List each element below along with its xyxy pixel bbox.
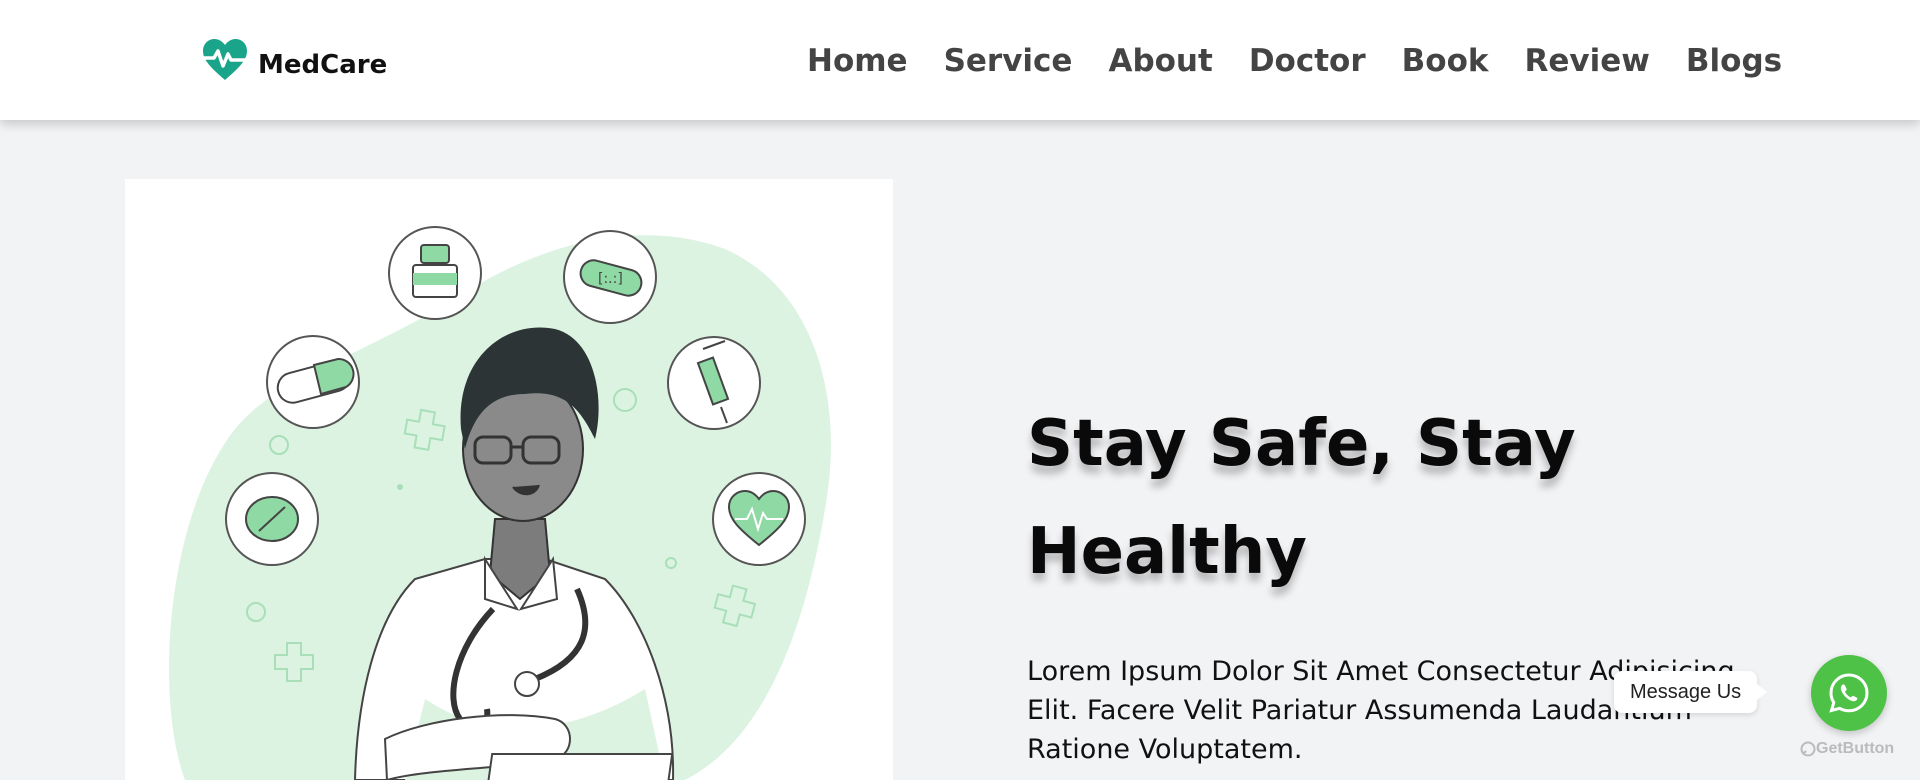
powered-by-label: GetButton bbox=[1816, 740, 1895, 757]
doctor-illustration: [:.:] bbox=[169, 226, 831, 780]
nav-home[interactable]: Home bbox=[807, 40, 908, 82]
site-header: MedCare Home Service About Doctor Book R… bbox=[0, 0, 1920, 120]
medicine-bottle-icon bbox=[388, 226, 482, 320]
heart-icon bbox=[712, 472, 806, 566]
heartbeat-icon bbox=[201, 39, 249, 80]
main-nav: Home Service About Doctor Book Review Bl… bbox=[800, 40, 1782, 82]
nav-service[interactable]: Service bbox=[944, 40, 1073, 82]
nav-about[interactable]: About bbox=[1108, 40, 1212, 82]
hero-title: Stay Safe, Stay Healthy bbox=[1027, 407, 1576, 589]
whatsapp-icon bbox=[1829, 673, 1869, 713]
syringe-icon bbox=[667, 336, 761, 430]
getbutton-icon bbox=[1800, 741, 1816, 757]
nav-blogs[interactable]: Blogs bbox=[1686, 40, 1782, 82]
hero-illustration: [:.:] bbox=[125, 179, 893, 780]
svg-text:[:.:]: [:.:] bbox=[598, 271, 623, 287]
message-us-label[interactable]: Message Us bbox=[1614, 671, 1768, 713]
bandage-icon: [:.:] bbox=[563, 230, 657, 324]
pill-icon bbox=[225, 472, 319, 566]
nav-doctor[interactable]: Doctor bbox=[1249, 40, 1366, 82]
capsule-icon bbox=[266, 335, 360, 429]
whatsapp-button[interactable] bbox=[1811, 655, 1887, 731]
brand-logo[interactable]: MedCare bbox=[201, 38, 387, 82]
powered-by-getbutton[interactable]: GetButton bbox=[1800, 740, 1894, 758]
brand-name: MedCare bbox=[258, 50, 388, 80]
nav-review[interactable]: Review bbox=[1524, 40, 1649, 82]
nav-book[interactable]: Book bbox=[1402, 40, 1489, 82]
